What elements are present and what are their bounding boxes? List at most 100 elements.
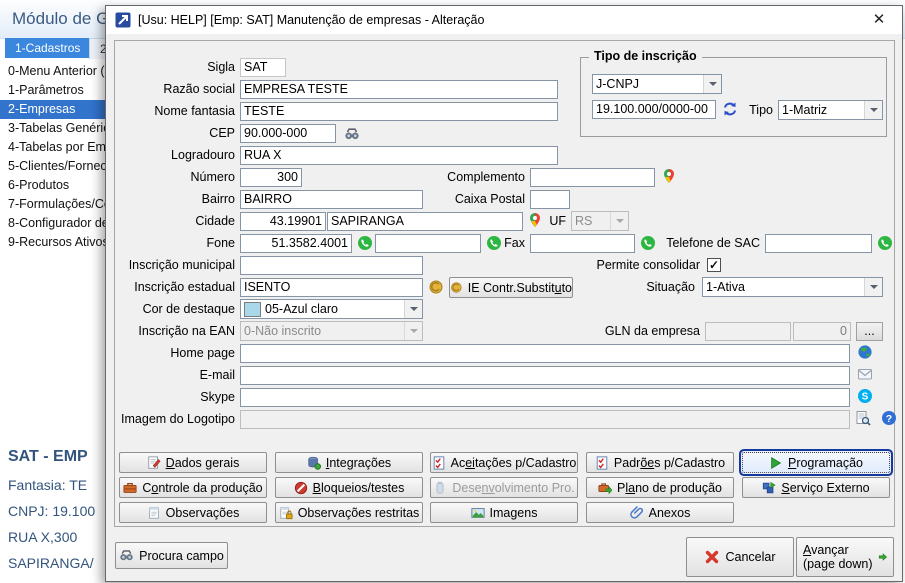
background-app-title: Módulo de Ge xyxy=(12,9,119,29)
fone2-field[interactable] xyxy=(375,234,481,253)
padroes-cadastro-button[interactable]: Padrões p/Cadastro xyxy=(586,452,734,473)
uf-label: UF xyxy=(540,212,566,231)
sac-whatsapp-icon[interactable] xyxy=(877,235,893,251)
sidebar-item-tabelas-genericas[interactable]: 3-Tabelas Genérica xyxy=(0,119,112,138)
play-icon xyxy=(769,456,783,470)
fax-field[interactable] xyxy=(530,234,635,253)
dados-gerais-button[interactable]: Dados gerais xyxy=(119,452,267,473)
cidade-codigo-field[interactable]: 43.19901 xyxy=(240,212,326,231)
paperclip-icon xyxy=(630,506,644,520)
image-icon xyxy=(471,506,485,520)
chevron-down-icon xyxy=(404,322,422,340)
cep-field[interactable]: 90.000-000 xyxy=(240,124,336,143)
database-icon xyxy=(307,456,321,470)
sidebar-item-parametros[interactable]: 1-Parâmetros xyxy=(0,81,112,100)
observacoes-restritas-button[interactable]: Observações restritas xyxy=(275,502,423,523)
anexos-button[interactable]: Anexos xyxy=(586,502,734,523)
situacao-label: Situação xyxy=(610,278,695,297)
skype-icon[interactable]: S xyxy=(857,388,873,404)
block-icon xyxy=(294,481,308,495)
observacoes-button[interactable]: Observações xyxy=(119,502,267,523)
imagem-logotipo-label: Imagem do Logotipo xyxy=(117,410,235,429)
sidebar-item-produtos[interactable]: 6-Produtos xyxy=(0,176,112,195)
logradouro-label: Logradouro xyxy=(117,146,235,165)
programacao-button[interactable]: Programação xyxy=(742,452,890,473)
dialog-title: [Usu: HELP] [Emp: SAT] Manutenção de emp… xyxy=(138,13,484,27)
image-preview-icon[interactable] xyxy=(855,410,871,426)
tipo-matriz-select[interactable]: 1-Matriz xyxy=(778,100,883,120)
help-icon[interactable]: ? xyxy=(881,410,897,426)
tipo-documento-select[interactable]: J-CNPJ xyxy=(592,74,722,94)
bairro-label: Bairro xyxy=(117,190,235,209)
company-info-cnpj: CNPJ: 19.100 xyxy=(8,503,95,519)
cep-search-binoculars-icon[interactable] xyxy=(344,126,360,142)
close-icon[interactable]: ✕ xyxy=(868,10,890,30)
sidebar-item-tabelas-por-empresa[interactable]: 4-Tabelas por Empr xyxy=(0,138,112,157)
sidebar-item-formulacoes[interactable]: 7-Formulações/Con xyxy=(0,195,112,214)
cnpj-sync-icon[interactable] xyxy=(722,101,738,117)
skype-field[interactable] xyxy=(240,388,850,407)
checklist-icon xyxy=(595,456,609,470)
sigla-field[interactable]: SAT xyxy=(240,58,286,77)
chevron-down-icon[interactable] xyxy=(703,75,721,93)
cnpj-field[interactable]: 19.100.000/0000-00 xyxy=(592,100,716,119)
uf-select: RS xyxy=(571,211,629,231)
telefone-sac-field[interactable] xyxy=(765,234,872,253)
cancel-x-icon xyxy=(704,549,720,565)
integracoes-button[interactable]: Integrações xyxy=(275,452,423,473)
complemento-map-pin-icon[interactable] xyxy=(661,168,677,184)
cidade-nome-field[interactable]: SAPIRANGA xyxy=(327,212,523,231)
avancar-label: Avançar (page down) xyxy=(803,543,873,571)
inscricao-municipal-field[interactable] xyxy=(240,256,423,275)
aceitacoes-cadastro-button[interactable]: Aceitações p/Cadastro xyxy=(430,452,578,473)
sidebar-item-clientes-fornecedores[interactable]: 5-Clientes/Fornece xyxy=(0,157,112,176)
nome-fantasia-field[interactable]: TESTE xyxy=(240,102,558,121)
sidebar-menu: 0-Menu Anterior (E 1-Parâmetros 2-Empres… xyxy=(0,62,112,252)
caixa-postal-label: Caixa Postal xyxy=(410,190,525,209)
controle-producao-button[interactable]: Controle da produção xyxy=(119,477,267,498)
fone-field[interactable]: 51.3582.4001 xyxy=(240,234,352,253)
ie-contr-substituto-button[interactable]: IE Contr.Substituto xyxy=(449,277,573,298)
numero-field[interactable]: 300 xyxy=(240,168,302,187)
imagens-button[interactable]: Imagens xyxy=(430,502,578,523)
email-field[interactable] xyxy=(240,366,850,385)
chevron-down-icon[interactable] xyxy=(864,278,882,296)
avancar-button[interactable]: Avançar (page down) xyxy=(796,537,894,577)
plano-producao-button[interactable]: Plano de produção xyxy=(586,477,734,498)
cor-destaque-select[interactable]: 05-Azul claro xyxy=(240,299,423,319)
permite-consolidar-checkbox[interactable]: ✓ xyxy=(707,258,721,272)
desenvolvimento-pro-button: Desenvolvimento Pro. xyxy=(430,477,578,498)
tab-cadastros[interactable]: 1-Cadastros xyxy=(5,38,90,58)
chevron-down-icon[interactable] xyxy=(864,101,882,119)
procura-campo-button[interactable]: Procura campo xyxy=(115,542,228,569)
skype-label: Skype xyxy=(117,388,235,407)
globe-icon[interactable] xyxy=(857,344,873,360)
sigla-label: Sigla xyxy=(117,58,235,77)
complemento-field[interactable] xyxy=(530,168,655,187)
notepad-icon xyxy=(147,506,161,520)
fax-whatsapp-icon[interactable] xyxy=(640,235,656,251)
fone-whatsapp-icon[interactable] xyxy=(357,235,373,251)
chevron-down-icon[interactable] xyxy=(404,300,422,318)
nome-fantasia-label: Nome fantasia xyxy=(117,102,235,121)
situacao-select[interactable]: 1-Ativa xyxy=(702,277,883,297)
sidebar-item-recursos-ativos[interactable]: 9-Recursos Ativos xyxy=(0,233,112,252)
inscricao-estadual-field[interactable]: ISENTO xyxy=(240,278,423,297)
servico-externo-button[interactable]: Serviço Externo xyxy=(742,477,890,498)
home-page-field[interactable] xyxy=(240,344,850,363)
sidebar-item-configurador[interactable]: 8-Configurador de xyxy=(0,214,112,233)
sidebar-item-menu-anterior[interactable]: 0-Menu Anterior (E xyxy=(0,62,112,81)
razao-social-field[interactable]: EMPRESA TESTE xyxy=(240,80,558,99)
logradouro-field[interactable]: RUA X xyxy=(240,146,558,165)
toolbox-icon xyxy=(123,481,137,495)
bloqueios-testes-button[interactable]: Bloqueios/testes xyxy=(275,477,423,498)
ie-contr-substituto-label: IE Contr.Substituto xyxy=(468,281,572,295)
company-info-fantasia: Fantasia: TE xyxy=(8,477,95,493)
caixa-postal-field[interactable] xyxy=(530,190,570,209)
bairro-field[interactable]: BAIRRO xyxy=(240,190,423,209)
sidebar-item-empresas[interactable]: 2-Empresas xyxy=(0,100,112,119)
envelope-icon[interactable] xyxy=(857,366,873,382)
gln-more-button[interactable]: ... xyxy=(856,322,883,341)
cancelar-button[interactable]: Cancelar xyxy=(686,537,794,577)
inscricao-estadual-coin-icon[interactable] xyxy=(428,279,444,295)
